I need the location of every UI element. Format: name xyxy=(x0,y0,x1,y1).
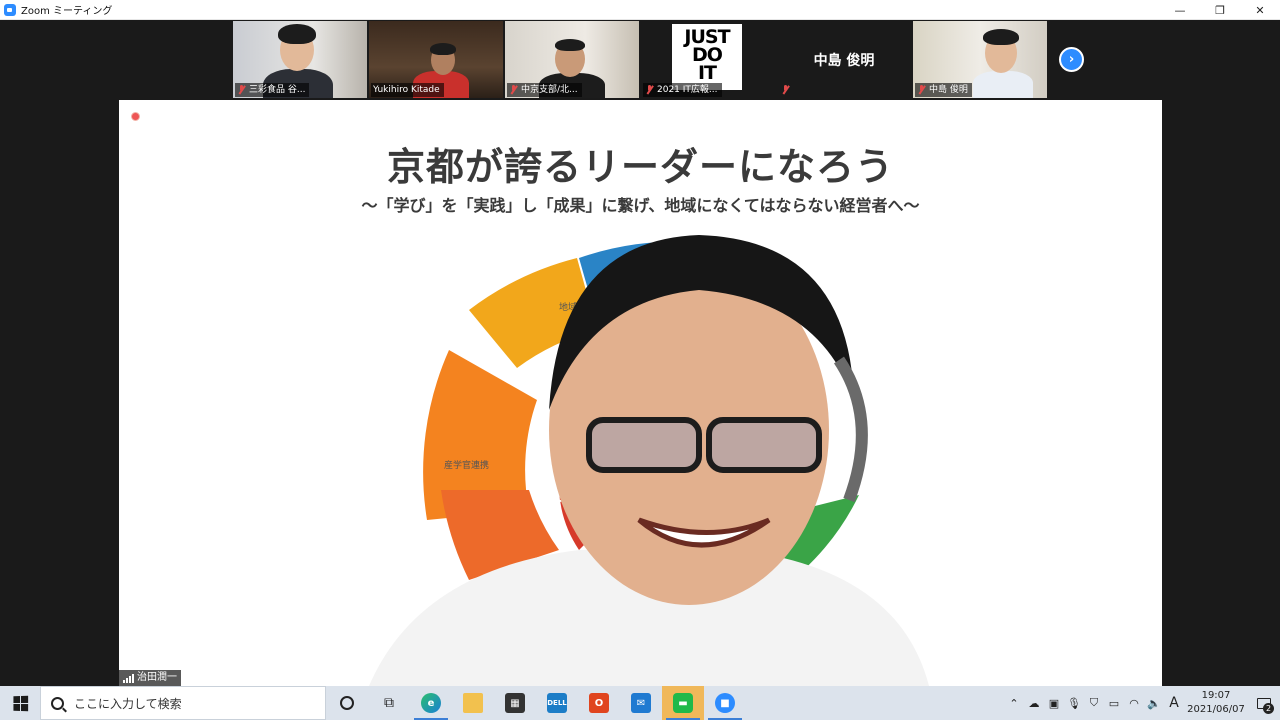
headphones-icon xyxy=(833,356,868,503)
mic-muted-icon xyxy=(781,85,790,95)
mail-button[interactable]: ✉ xyxy=(620,686,662,720)
zoom-app-icon xyxy=(4,3,16,16)
edge-icon: e xyxy=(421,693,441,713)
taskbar-search-box[interactable]: ここに入力して検索 xyxy=(40,686,326,720)
participant-tile[interactable]: 中島 俊明 xyxy=(913,21,1047,98)
store-icon: ▦ xyxy=(505,693,525,713)
office-icon: O xyxy=(589,693,609,713)
system-tray: ⌃ ☁ ▣ 🎙 ⛉ ▭ ◠ 🔈 A 19:07 2021/06/07 2 xyxy=(1004,686,1280,720)
notification-count: 2 xyxy=(1263,703,1274,714)
cortana-icon xyxy=(340,696,354,710)
onedrive-icon[interactable]: ☁ xyxy=(1024,686,1044,720)
microphone-icon[interactable]: 🎙 xyxy=(1064,686,1084,720)
participant-tile[interactable]: 中京支部/北... xyxy=(505,21,639,98)
participant-display-name: 中島 俊明 xyxy=(813,52,875,69)
mic-muted-icon xyxy=(917,85,926,95)
edge-button[interactable]: e xyxy=(410,686,452,720)
dell-icon: DELL xyxy=(547,693,567,713)
window-titlebar: Zoom ミーティング — ❐ ✕ xyxy=(0,0,1280,20)
clock-time: 19:07 xyxy=(1201,690,1231,701)
store-button[interactable]: ▦ xyxy=(494,686,536,720)
volume-icon[interactable]: 🔈 xyxy=(1144,686,1164,720)
minimize-button[interactable]: — xyxy=(1160,0,1200,20)
slide-graphic: 地域 産学官連携 07 xyxy=(369,235,929,686)
mic-muted-icon xyxy=(237,85,246,95)
ime-indicator[interactable]: A xyxy=(1164,686,1184,720)
file-explorer-icon xyxy=(463,693,483,713)
windows-logo-icon xyxy=(12,695,28,711)
participant-video xyxy=(555,39,585,51)
start-button[interactable] xyxy=(0,686,40,720)
window-controls: — ❐ ✕ xyxy=(1160,0,1280,20)
signal-strength-icon xyxy=(123,673,134,683)
file-explorer-button[interactable] xyxy=(452,686,494,720)
glasses-icon xyxy=(586,417,702,473)
participant-video xyxy=(973,71,1033,98)
wheel-label-sangakukan: 産学官連携 xyxy=(444,459,489,471)
active-speaker-video[interactable]: 京都が誇るリーダーになろう 〜「学び」を「実践」し「成果」に繋げ、地域になくては… xyxy=(119,100,1162,686)
participant-name-label: 中京支部/北... xyxy=(507,83,582,97)
line-icon: ▬ xyxy=(673,693,693,713)
participant-name: 中京支部/北... xyxy=(521,85,578,95)
participant-strip: 三彩食品 谷... Yukihiro Kitade 中京支部/北... JUST… xyxy=(233,21,1047,98)
security-icon[interactable]: ⛉ xyxy=(1084,686,1104,720)
search-placeholder: ここに入力して検索 xyxy=(74,696,182,711)
office-button[interactable]: O xyxy=(578,686,620,720)
device-icon[interactable]: ▣ xyxy=(1044,686,1064,720)
participant-tile[interactable]: 三彩食品 谷... xyxy=(233,21,367,98)
speaker-name: 治田潤一 xyxy=(137,672,177,683)
participant-video xyxy=(430,43,456,55)
participant-name: 三彩食品 谷... xyxy=(249,85,306,95)
task-view-icon: ⧉ xyxy=(384,695,394,711)
participant-video xyxy=(983,29,1019,45)
line-button[interactable]: ▬ xyxy=(662,686,704,720)
participant-name: 中島 俊明 xyxy=(929,85,968,95)
participant-name-label xyxy=(779,83,794,97)
participant-name-label: Yukihiro Kitade xyxy=(371,83,444,97)
notifications-button[interactable]: 2 xyxy=(1248,686,1280,720)
window-title: Zoom ミーティング xyxy=(21,6,113,17)
nike-logo-image: JUST DO IT xyxy=(672,24,742,90)
glasses-icon xyxy=(706,417,822,473)
task-view-button[interactable]: ⧉ xyxy=(368,686,410,720)
participant-name: 2021 IT広報... xyxy=(657,85,718,95)
mic-muted-icon xyxy=(509,85,518,95)
meeting-stage: 三彩食品 谷... Yukihiro Kitade 中京支部/北... JUST… xyxy=(0,20,1280,686)
zoom-button[interactable]: ■ xyxy=(704,686,746,720)
participant-name-label: 中島 俊明 xyxy=(915,83,972,97)
dell-button[interactable]: DELL xyxy=(536,686,578,720)
mail-icon: ✉ xyxy=(631,693,651,713)
participant-tile[interactable]: JUST DO IT 2021 IT広報... xyxy=(641,21,775,98)
wifi-icon[interactable]: ◠ xyxy=(1124,686,1144,720)
active-speaker-name-label: 治田潤一 xyxy=(119,670,181,686)
participant-video xyxy=(278,24,316,44)
clock[interactable]: 19:07 2021/06/07 xyxy=(1184,689,1248,717)
battery-icon[interactable]: ▭ xyxy=(1104,686,1124,720)
next-page-arrow-icon[interactable]: › xyxy=(1059,47,1084,72)
windows-taskbar: ここに入力して検索 ⧉ e ▦ DELL O ✉ ▬ ■ ⌃ ☁ ▣ 🎙 ⛉ ▭… xyxy=(0,686,1280,720)
participant-tile[interactable]: 中島 俊明 xyxy=(777,21,911,98)
search-icon xyxy=(51,696,64,710)
participant-tile[interactable]: Yukihiro Kitade xyxy=(369,21,503,98)
participant-name-label: 2021 IT広報... xyxy=(643,83,722,97)
clock-date: 2021/06/07 xyxy=(1187,704,1245,715)
show-hidden-icons-icon[interactable]: ⌃ xyxy=(1004,686,1024,720)
participant-name: Yukihiro Kitade xyxy=(373,85,440,95)
mic-muted-icon xyxy=(645,85,654,95)
close-button[interactable]: ✕ xyxy=(1240,0,1280,20)
restore-button[interactable]: ❐ xyxy=(1200,0,1240,20)
cortana-button[interactable] xyxy=(326,686,368,720)
participant-name-label: 三彩食品 谷... xyxy=(235,83,310,97)
zoom-icon: ■ xyxy=(715,693,735,713)
